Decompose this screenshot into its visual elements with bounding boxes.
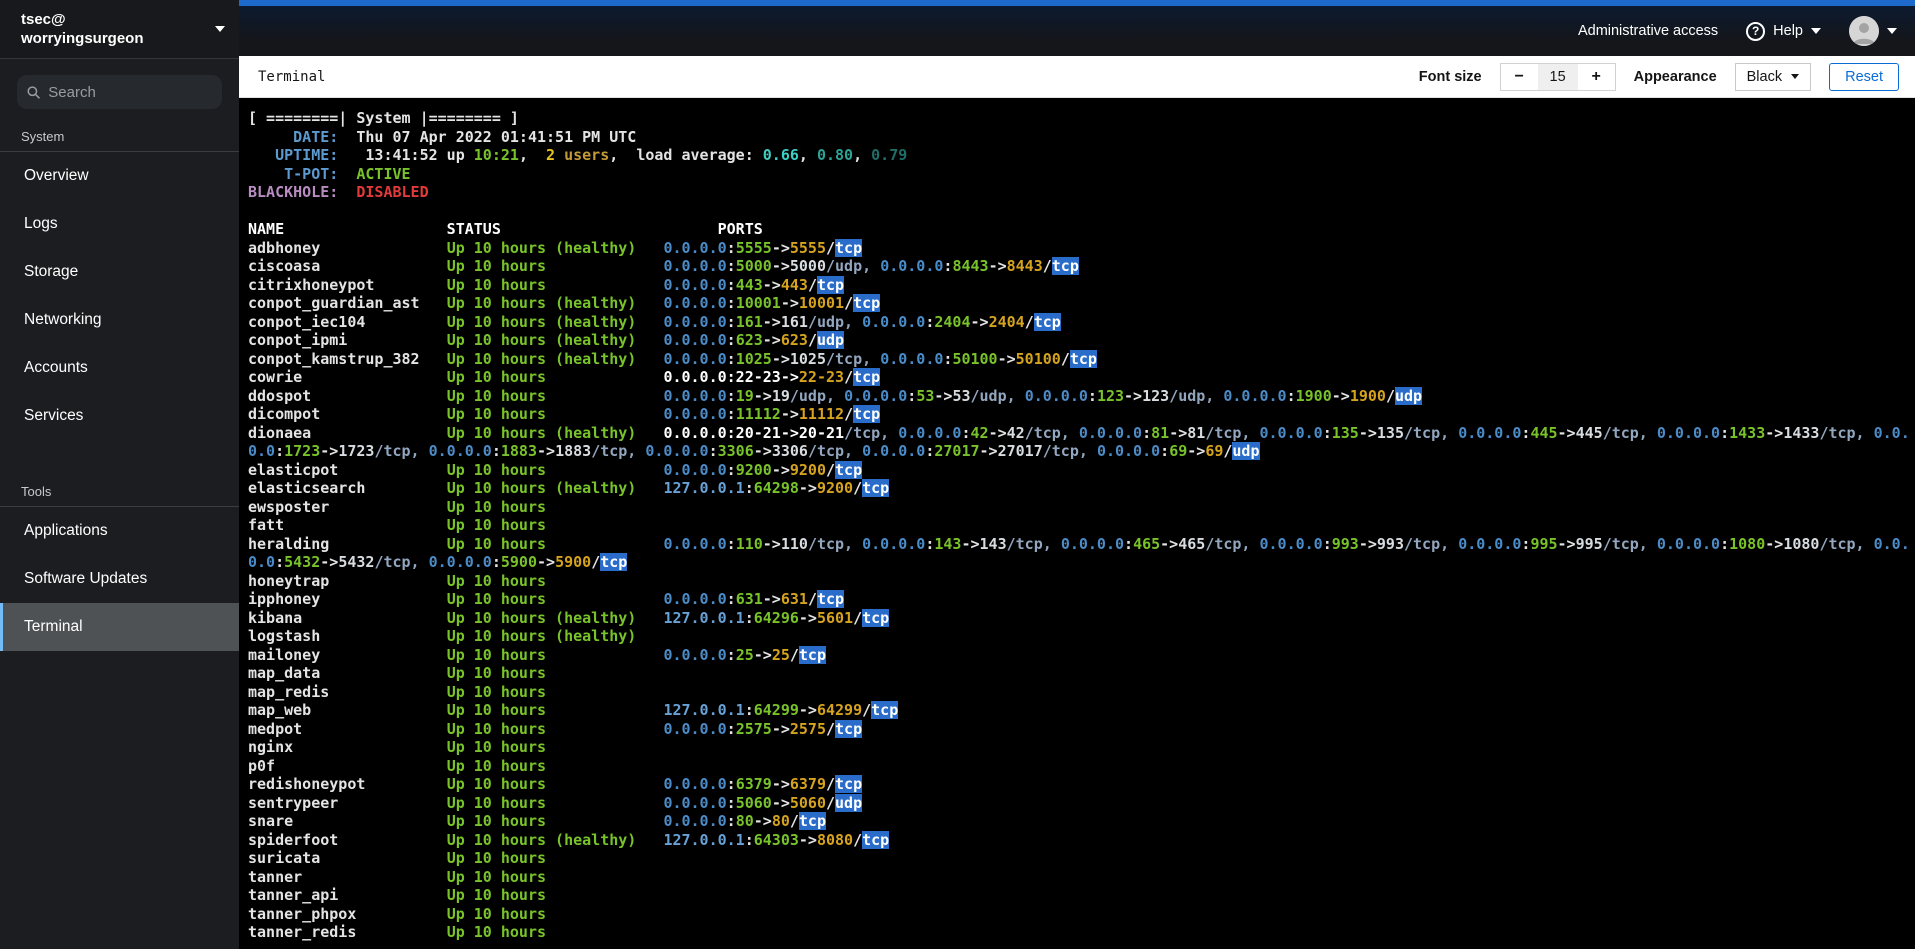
terminal-line: elasticsearch Up 10 hours (healthy) 127.… — [248, 479, 890, 497]
sidebar-search[interactable] — [17, 75, 222, 109]
search-icon — [27, 85, 40, 99]
terminal-line: map_redis Up 10 hours — [248, 682, 664, 701]
terminal-line: adbhoney Up 10 hours (healthy) 0.0.0.0:5… — [248, 238, 863, 257]
main-area: Administrative access ? Help Terminal Fo… — [239, 0, 1915, 949]
reset-button[interactable]: Reset — [1829, 62, 1899, 91]
terminal-line: DATE: Thu 07 Apr 2022 01:41:51 PM UTC — [248, 127, 637, 146]
app-window: tsec@ worryingsurgeon System Overview Lo… — [0, 0, 1915, 949]
help-menu-button[interactable]: ? Help — [1746, 21, 1821, 41]
avatar — [1849, 16, 1879, 46]
chevron-down-icon — [1811, 28, 1821, 34]
sidebar-item-storage[interactable]: Storage — [0, 248, 239, 296]
font-size-value: 15 — [1537, 63, 1578, 90]
host-label: tsec@ worryingsurgeon — [21, 10, 144, 48]
appearance-label: Appearance — [1633, 68, 1717, 85]
terminal-line: kibana Up 10 hours (healthy) 127.0.0.1:6… — [248, 608, 890, 627]
sidebar-item-software-updates[interactable]: Software Updates — [0, 555, 239, 603]
terminal-line: T-POT: ACTIVE — [248, 164, 411, 183]
terminal-line: suricata Up 10 hours — [248, 849, 664, 867]
host-switcher[interactable]: tsec@ worryingsurgeon — [0, 0, 239, 59]
terminal-line: 0.0:5432->5432/tcp, 0.0.0.0:5900->5900/t… — [248, 553, 628, 571]
font-size-increase-button[interactable]: + — [1577, 63, 1615, 90]
terminal-line: ewsposter Up 10 hours — [248, 497, 664, 516]
terminal-line: cowrie Up 10 hours 0.0.0.0:22-23->22-23/… — [248, 368, 881, 386]
terminal-line: tanner_redis Up 10 hours — [248, 923, 664, 941]
terminal-line: tanner_phpox Up 10 hours — [248, 904, 664, 923]
masthead: Administrative access ? Help — [239, 0, 1915, 56]
terminal-line: sentrypeer Up 10 hours 0.0.0.0:5060->506… — [248, 793, 863, 812]
terminal-line: 0.0:1723->1723/tcp, 0.0.0.0:1883->1883/t… — [248, 442, 1260, 460]
terminal-page-header: Terminal Font size − 15 + Appearance Bla… — [239, 56, 1915, 98]
font-size-decrease-button[interactable]: − — [1500, 63, 1538, 90]
appearance-value: Black — [1746, 68, 1783, 85]
terminal-line: ciscoasa Up 10 hours 0.0.0.0:5000->5000/… — [248, 257, 1079, 275]
sidebar-item-applications[interactable]: Applications — [0, 507, 239, 555]
sidebar-item-logs[interactable]: Logs — [0, 200, 239, 248]
terminal-line: ipphoney Up 10 hours 0.0.0.0:631->631/tc… — [248, 590, 845, 608]
sidebar-item-accounts[interactable]: Accounts — [0, 344, 239, 392]
terminal-line: conpot_kamstrup_382 Up 10 hours (healthy… — [248, 349, 1097, 368]
host-name: worryingsurgeon — [21, 30, 144, 47]
terminal-line: citrixhoneypot Up 10 hours 0.0.0.0:443->… — [248, 275, 845, 294]
terminal-line: p0f Up 10 hours — [248, 756, 664, 775]
font-size-stepper: − 15 + — [1499, 62, 1616, 91]
sidebar: tsec@ worryingsurgeon System Overview Lo… — [0, 0, 239, 949]
terminal-line: [ ========| System |======== ] — [248, 109, 519, 127]
terminal-line: medpot Up 10 hours 0.0.0.0:2575->2575/tc… — [248, 719, 863, 738]
terminal-line: conpot_ipmi Up 10 hours (healthy) 0.0.0.… — [248, 331, 845, 349]
nav-section-tools: Tools — [21, 484, 52, 499]
terminal-line: heralding Up 10 hours 0.0.0.0:110->110/t… — [248, 534, 1910, 553]
terminal-line: dionaea Up 10 hours (healthy) 0.0.0.0:20… — [248, 423, 1910, 442]
terminal-line: conpot_iec104 Up 10 hours (healthy) 0.0.… — [248, 312, 1061, 331]
terminal-line: elasticpot Up 10 hours 0.0.0.0:9200->920… — [248, 460, 863, 479]
chevron-down-icon — [1791, 74, 1800, 79]
user-icon — [1849, 16, 1879, 46]
terminal-toolbar: Font size − 15 + Appearance Black Reset — [1418, 62, 1899, 91]
administrative-access-button[interactable]: Administrative access — [1578, 23, 1718, 39]
terminal-line: map_data Up 10 hours — [248, 664, 664, 682]
nav-section-system: System — [21, 129, 65, 144]
page-title: Terminal — [258, 68, 326, 85]
terminal-line: logstash Up 10 hours (healthy) — [248, 627, 664, 645]
chevron-down-icon — [215, 26, 225, 32]
sidebar-item-services[interactable]: Services — [0, 392, 239, 440]
sidebar-item-terminal[interactable]: Terminal — [0, 603, 239, 651]
terminal-line: NAME STATUS PORTS — [248, 220, 763, 238]
administrative-access-label: Administrative access — [1577, 23, 1719, 39]
terminal-line: honeytrap Up 10 hours — [248, 571, 664, 590]
terminal-line: UPTIME: 13:41:52 up 10:21, 2 users, load… — [248, 146, 908, 164]
sidebar-item-overview[interactable]: Overview — [0, 152, 239, 200]
sidebar-nav: System Overview Logs Storage Networking … — [0, 115, 239, 651]
sidebar-item-networking[interactable]: Networking — [0, 296, 239, 344]
host-user: tsec@ — [21, 11, 66, 28]
terminal-line: redishoneypot Up 10 hours 0.0.0.0:6379->… — [248, 775, 863, 793]
chevron-down-icon — [1887, 28, 1897, 34]
terminal-line: mailoney Up 10 hours 0.0.0.0:25->25/tcp — [248, 645, 826, 664]
terminal-line: tanner_api Up 10 hours — [248, 886, 664, 904]
terminal-line: fatt Up 10 hours — [248, 516, 664, 534]
font-size-label: Font size — [1418, 68, 1482, 85]
terminal-line: map_web Up 10 hours 127.0.0.1:64299->642… — [248, 701, 899, 719]
question-circle-icon: ? — [1746, 21, 1766, 41]
search-input[interactable] — [48, 83, 212, 101]
terminal-line: tanner Up 10 hours — [248, 867, 664, 886]
terminal-line: spiderfoot Up 10 hours (healthy) 127.0.0… — [248, 830, 890, 849]
terminal-line: snare Up 10 hours 0.0.0.0:80->80/tcp — [248, 812, 826, 830]
help-label: Help — [1773, 23, 1803, 39]
terminal-line: dicompot Up 10 hours 0.0.0.0:11112->1111… — [248, 405, 881, 423]
terminal-line: conpot_guardian_ast Up 10 hours (healthy… — [248, 294, 881, 312]
terminal-line: ddospot Up 10 hours 0.0.0.0:19->19/udp, … — [248, 386, 1423, 405]
terminal-line: BLACKHOLE: DISABLED — [248, 183, 429, 201]
user-menu-button[interactable] — [1849, 16, 1897, 46]
terminal-output[interactable]: [ ========| System |======== ] DATE: Thu… — [239, 98, 1915, 949]
appearance-select[interactable]: Black — [1734, 62, 1812, 91]
terminal-line: nginx Up 10 hours — [248, 738, 664, 756]
